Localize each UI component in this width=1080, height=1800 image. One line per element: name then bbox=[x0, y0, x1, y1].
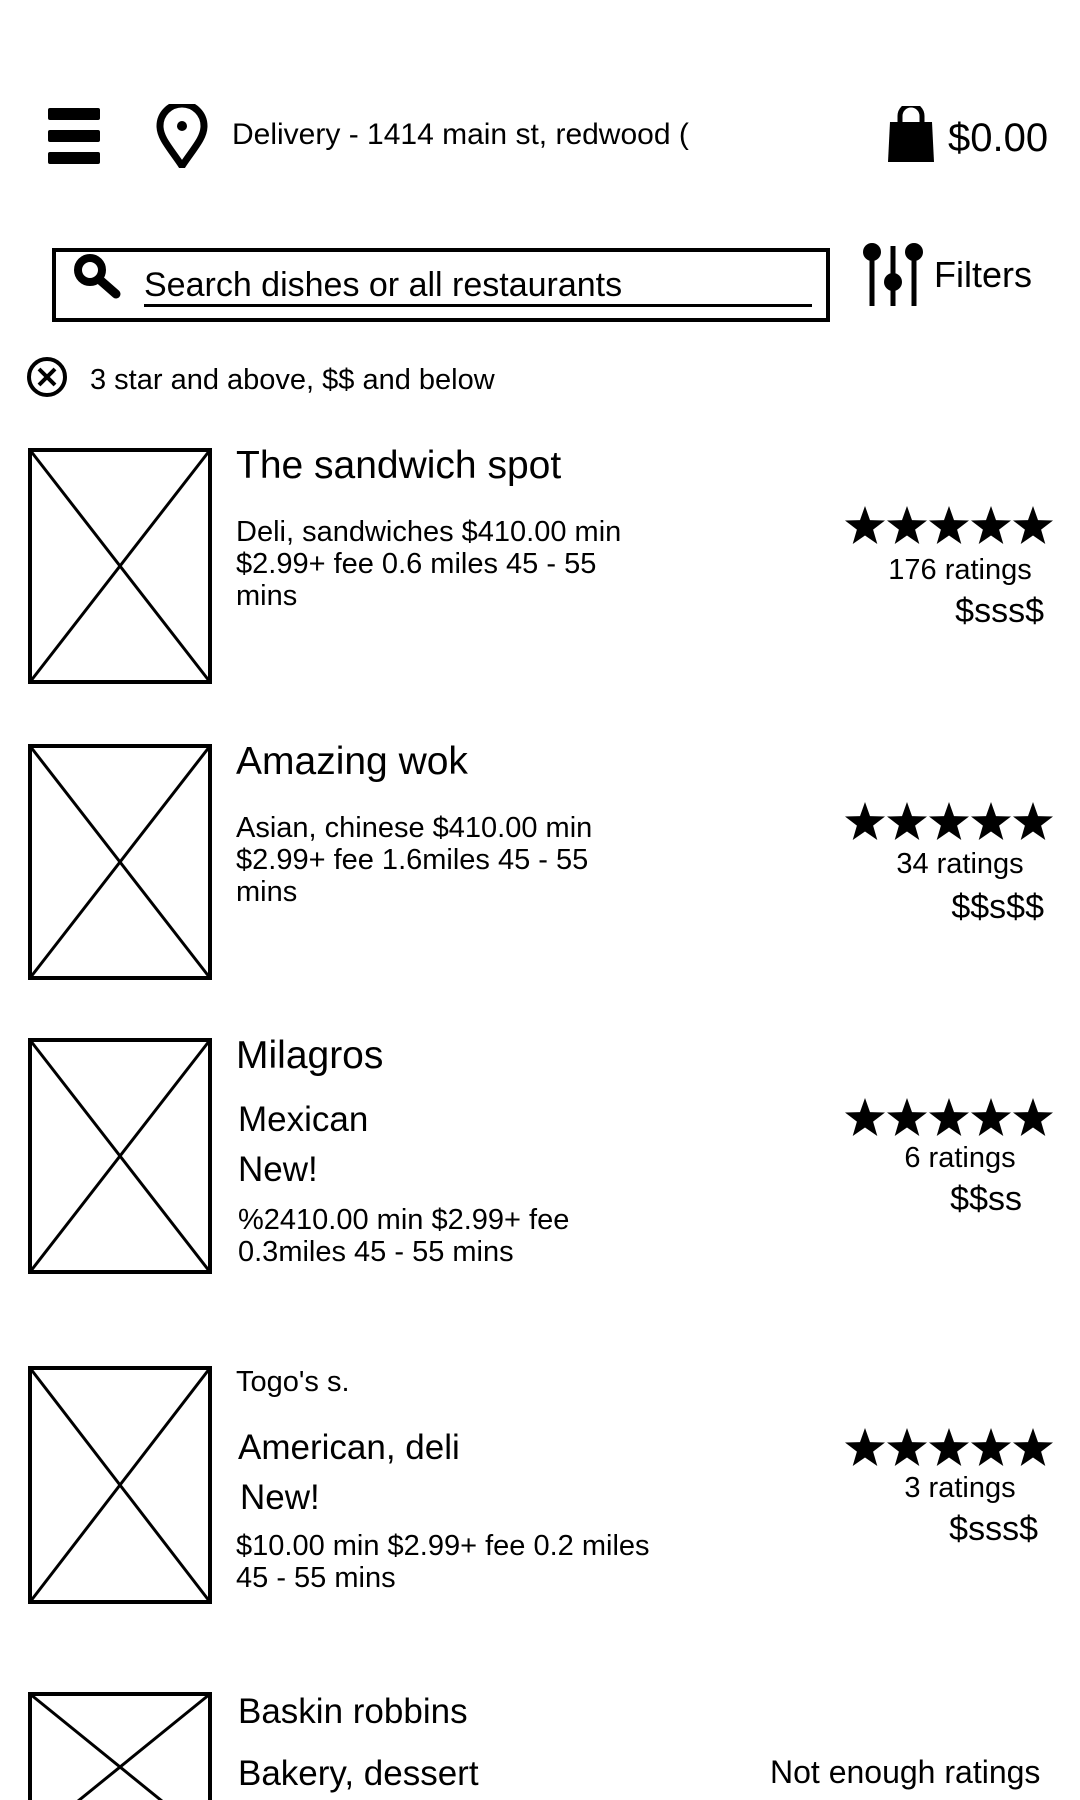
cuisine-label: American, deli bbox=[238, 1428, 460, 1467]
price-level: $sss$ bbox=[955, 592, 1044, 630]
sliders-icon[interactable] bbox=[862, 240, 924, 308]
star-rating bbox=[845, 1098, 1053, 1136]
shopping-bag-icon[interactable] bbox=[886, 102, 936, 162]
star-icon bbox=[929, 1098, 969, 1136]
star-icon bbox=[887, 1098, 927, 1136]
restaurant-name[interactable]: Togo's s. bbox=[236, 1366, 350, 1399]
ratings-count: 3 ratings bbox=[904, 1472, 1016, 1504]
image-placeholder-icon bbox=[28, 744, 212, 980]
restaurant-name[interactable]: Milagros bbox=[236, 1034, 383, 1078]
ratings-count: 176 ratings bbox=[888, 554, 1032, 586]
star-icon bbox=[929, 1428, 969, 1466]
ratings-count: 6 ratings bbox=[904, 1142, 1016, 1174]
star-icon bbox=[971, 1428, 1011, 1466]
ratings-count: 34 ratings bbox=[896, 848, 1024, 880]
new-badge: New! bbox=[240, 1478, 320, 1517]
delivery-address[interactable]: Delivery - 1414 main st, redwood ( bbox=[232, 118, 689, 152]
star-icon bbox=[845, 802, 885, 840]
active-filter-chip: 3 star and above, $$ and below bbox=[90, 364, 495, 396]
star-icon bbox=[845, 1428, 885, 1466]
image-placeholder-icon bbox=[28, 448, 212, 684]
restaurant-details: Asian, chinese $410.00 min $2.99+ fee 1.… bbox=[236, 812, 593, 908]
star-icon bbox=[929, 802, 969, 840]
filters-button[interactable]: Filters bbox=[934, 254, 1032, 296]
search-underline bbox=[144, 304, 812, 307]
price-level: $$s$$ bbox=[951, 888, 1044, 926]
star-rating bbox=[845, 506, 1053, 544]
cuisine-label: Bakery, dessert bbox=[238, 1754, 479, 1793]
hamburger-menu-icon[interactable] bbox=[48, 108, 100, 164]
restaurant-details: $10.00 min $2.99+ fee 0.2 miles 45 - 55 … bbox=[236, 1530, 650, 1594]
star-icon bbox=[929, 506, 969, 544]
star-icon bbox=[845, 506, 885, 544]
image-placeholder-icon bbox=[28, 1366, 212, 1604]
image-placeholder-icon bbox=[28, 1038, 212, 1274]
star-icon bbox=[887, 506, 927, 544]
star-icon bbox=[971, 1098, 1011, 1136]
restaurant-name[interactable]: The sandwich spot bbox=[236, 444, 561, 488]
ratings-count: Not enough ratings bbox=[770, 1754, 1041, 1790]
price-level: $$ss bbox=[950, 1180, 1022, 1218]
close-circle-icon[interactable] bbox=[26, 356, 68, 398]
price-level: $sss$ bbox=[949, 1510, 1038, 1548]
star-icon bbox=[971, 802, 1011, 840]
star-rating bbox=[845, 802, 1053, 840]
restaurant-name[interactable]: Baskin robbins bbox=[238, 1692, 468, 1732]
image-placeholder-icon bbox=[28, 1692, 212, 1800]
star-icon bbox=[1013, 1428, 1053, 1466]
star-icon bbox=[887, 802, 927, 840]
star-icon bbox=[887, 1428, 927, 1466]
map-pin-icon bbox=[156, 100, 208, 170]
magnifier-icon[interactable] bbox=[72, 252, 124, 300]
star-icon bbox=[1013, 802, 1053, 840]
star-icon bbox=[1013, 1098, 1053, 1136]
star-rating bbox=[845, 1428, 1053, 1466]
search-placeholder[interactable]: Search dishes or all restaurants bbox=[144, 266, 622, 305]
star-icon bbox=[1013, 506, 1053, 544]
cuisine-label: Mexican bbox=[238, 1100, 369, 1139]
cart-total[interactable]: $0.00 bbox=[948, 116, 1048, 161]
new-badge: New! bbox=[238, 1150, 318, 1189]
restaurant-details: Deli, sandwiches $410.00 min $2.99+ fee … bbox=[236, 516, 622, 612]
star-icon bbox=[971, 506, 1011, 544]
restaurant-name[interactable]: Amazing wok bbox=[236, 740, 468, 784]
restaurant-details: %2410.00 min $2.99+ fee 0.3miles 45 - 55… bbox=[238, 1204, 570, 1268]
star-icon bbox=[845, 1098, 885, 1136]
